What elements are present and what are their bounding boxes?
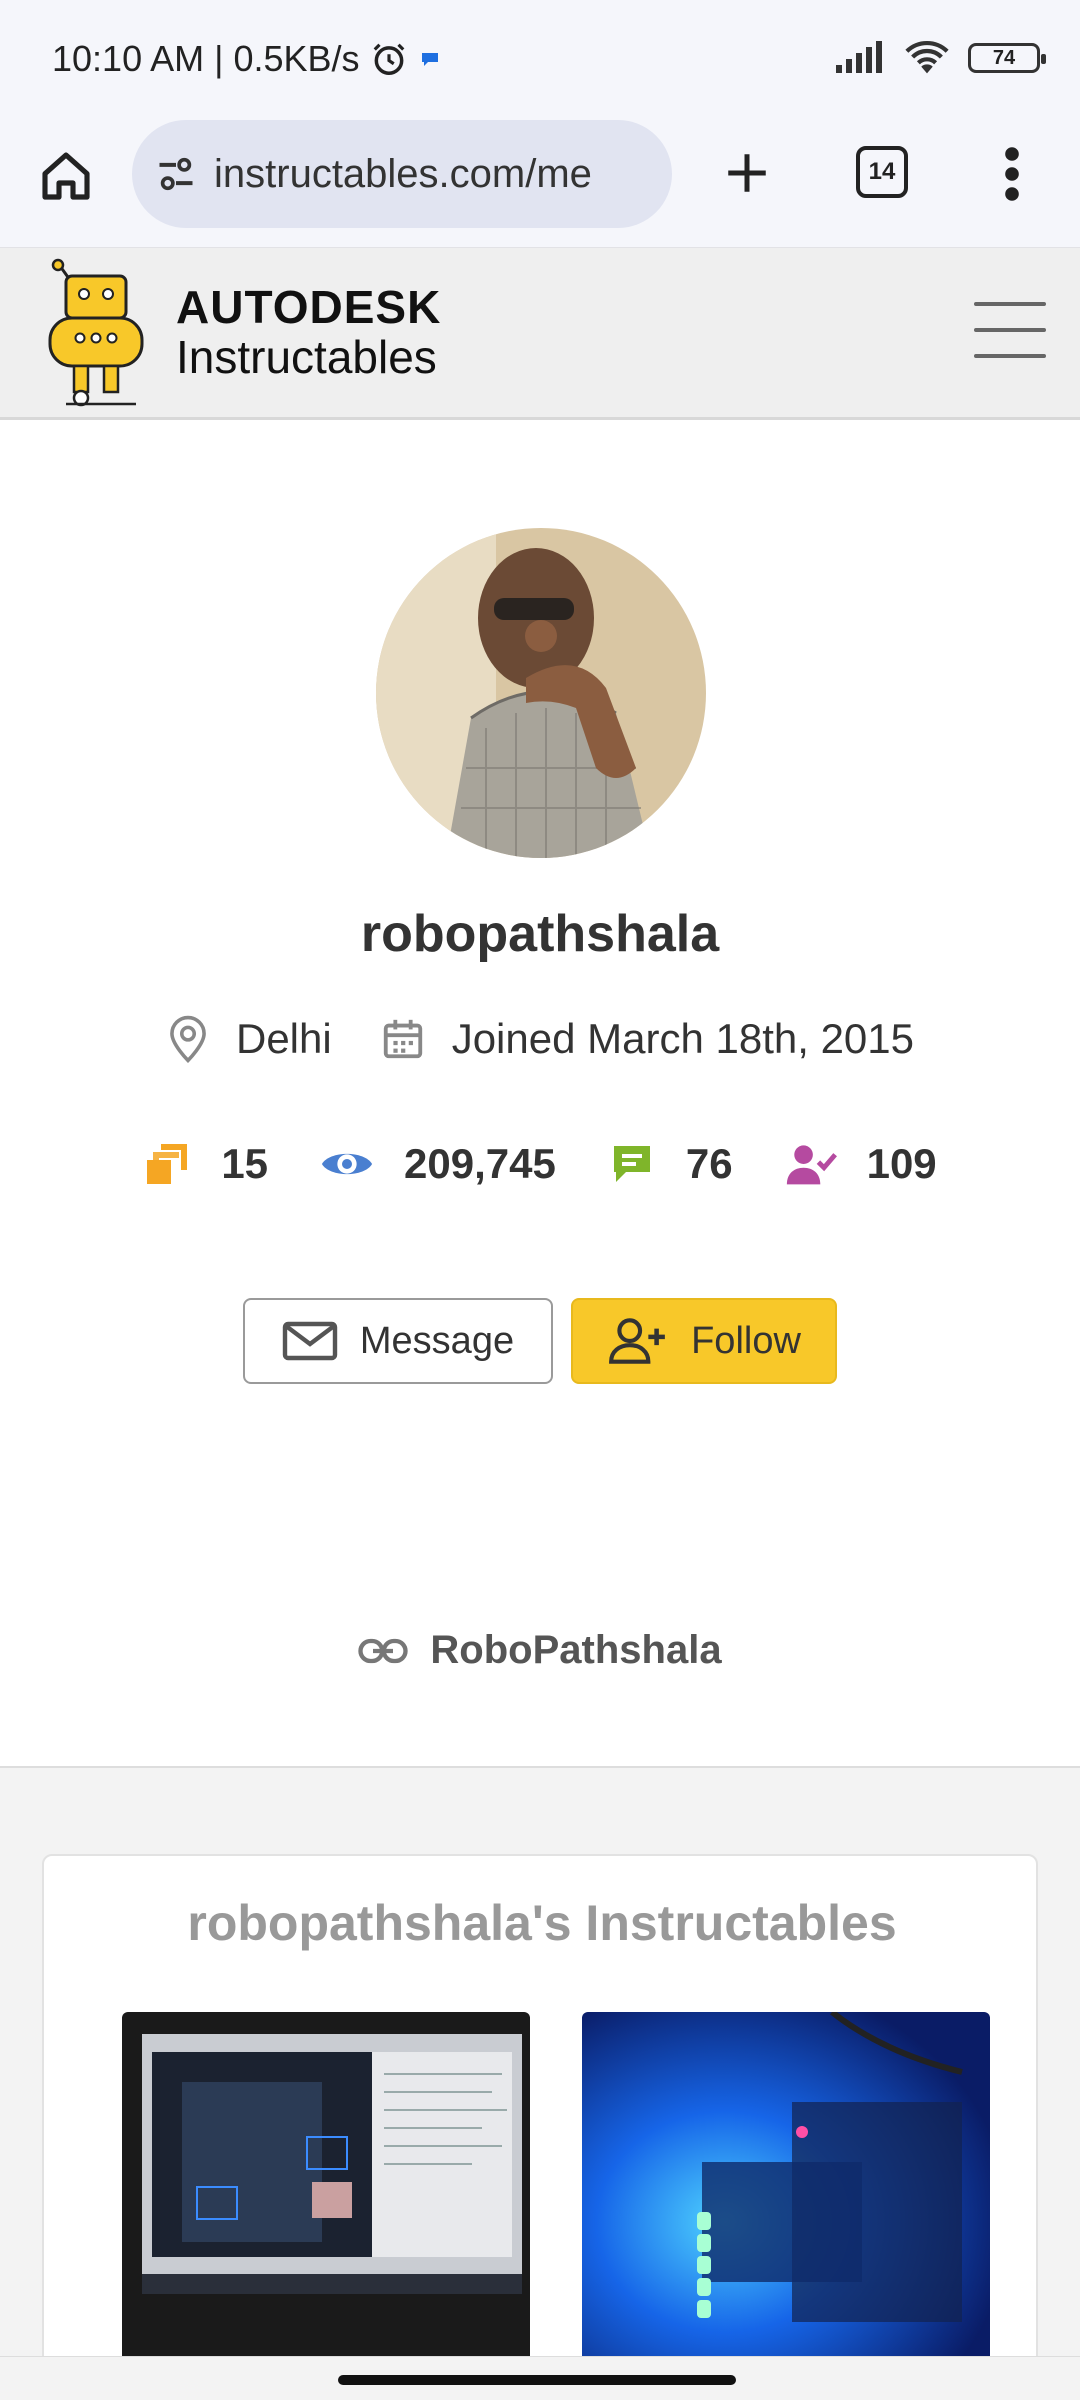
link-icon xyxy=(358,1638,409,1663)
instructables-robot-logo[interactable] xyxy=(36,258,156,408)
profile-actions: Message Follow xyxy=(0,1298,1080,1384)
envelope-icon xyxy=(282,1321,338,1361)
location: Delhi xyxy=(166,1014,332,1064)
profile-stats: 15 209,745 76 109 xyxy=(0,1140,1080,1188)
add-user-icon xyxy=(609,1318,665,1364)
calendar-icon xyxy=(383,1019,422,1059)
stat-views: 209,745 xyxy=(320,1140,556,1188)
stat-views-value: 209,745 xyxy=(404,1140,556,1187)
browser-toolbar: instructables.com/me 14 xyxy=(0,120,1080,248)
location-pin-icon xyxy=(170,1015,206,1063)
follow-button[interactable]: Follow xyxy=(571,1298,837,1384)
site-settings-icon[interactable] xyxy=(154,152,198,196)
tab-switcher-button[interactable]: 14 xyxy=(856,146,908,198)
site-header: AUTODESK Instructables xyxy=(0,248,1080,420)
battery-indicator: 74 xyxy=(968,43,1046,73)
alarm-icon xyxy=(373,43,404,75)
status-left: 10:10 AM | 0.5KB/s xyxy=(52,38,442,80)
followers-icon xyxy=(786,1145,837,1185)
home-icon xyxy=(42,152,90,200)
location-text: Delhi xyxy=(235,1015,332,1062)
stat-comments-value: 76 xyxy=(685,1140,733,1187)
menu-line xyxy=(974,302,1046,306)
wifi-icon xyxy=(905,40,949,74)
signal-icon xyxy=(836,41,882,73)
profile-meta: Delhi Joined March 18th, 2015 xyxy=(0,1014,1080,1064)
stat-instructables: 15 xyxy=(143,1140,268,1188)
notification-dot-icon xyxy=(421,53,438,66)
message-button[interactable]: Message xyxy=(243,1298,553,1384)
new-tab-button[interactable] xyxy=(712,138,782,208)
status-right: 74 xyxy=(834,40,1046,76)
instructable-thumbnail[interactable] xyxy=(122,2012,530,2362)
stat-instructables-value: 15 xyxy=(221,1140,269,1187)
stat-followers-value: 109 xyxy=(866,1140,937,1187)
site-menu-button[interactable] xyxy=(974,302,1046,358)
instructables-section-title: robopathshala's Instructables xyxy=(187,1895,897,1951)
stat-followers: 109 xyxy=(785,1140,937,1188)
website-link-label[interactable]: RoboPathshala xyxy=(430,1628,721,1673)
more-vert-icon xyxy=(1005,147,1019,201)
home-button[interactable] xyxy=(32,142,100,210)
avatar xyxy=(376,528,706,858)
follow-button-label: Follow xyxy=(691,1319,801,1362)
brand-bottom: Instructables xyxy=(176,331,437,383)
menu-line xyxy=(974,354,1046,358)
browser-menu-button[interactable] xyxy=(990,142,1034,206)
system-nav-bar xyxy=(0,2356,1080,2400)
instructables-section: robopathshala's Instructables xyxy=(0,1766,1080,2400)
joined-text: Joined March 18th, 2015 xyxy=(451,1015,915,1062)
profile-website-link[interactable]: RoboPathshala xyxy=(0,1628,1080,1673)
instructables-card: robopathshala's Instructables xyxy=(42,1854,1038,2400)
eye-icon xyxy=(321,1153,373,1175)
status-time: 10:10 AM | 0.5KB/s xyxy=(52,38,360,79)
brand-top: AUTODESK xyxy=(176,281,442,333)
joined-date: Joined March 18th, 2015 xyxy=(380,1015,914,1063)
status-bar: 10:10 AM | 0.5KB/s 74 xyxy=(0,0,1080,120)
instructables-count-icon xyxy=(147,1144,188,1184)
stat-comments: 76 xyxy=(608,1140,733,1188)
plus-icon xyxy=(728,154,766,192)
url-bar[interactable]: instructables.com/me xyxy=(132,120,672,228)
brand-name[interactable]: AUTODESK Instructables xyxy=(176,284,441,380)
menu-line xyxy=(974,328,1046,332)
message-button-label: Message xyxy=(359,1319,515,1362)
instructable-thumbnail[interactable] xyxy=(582,2012,990,2362)
comment-icon xyxy=(613,1146,650,1182)
profile-username: robopathshala xyxy=(360,905,720,963)
url-text[interactable]: instructables.com/me xyxy=(214,152,644,197)
gesture-handle[interactable] xyxy=(338,2375,736,2385)
